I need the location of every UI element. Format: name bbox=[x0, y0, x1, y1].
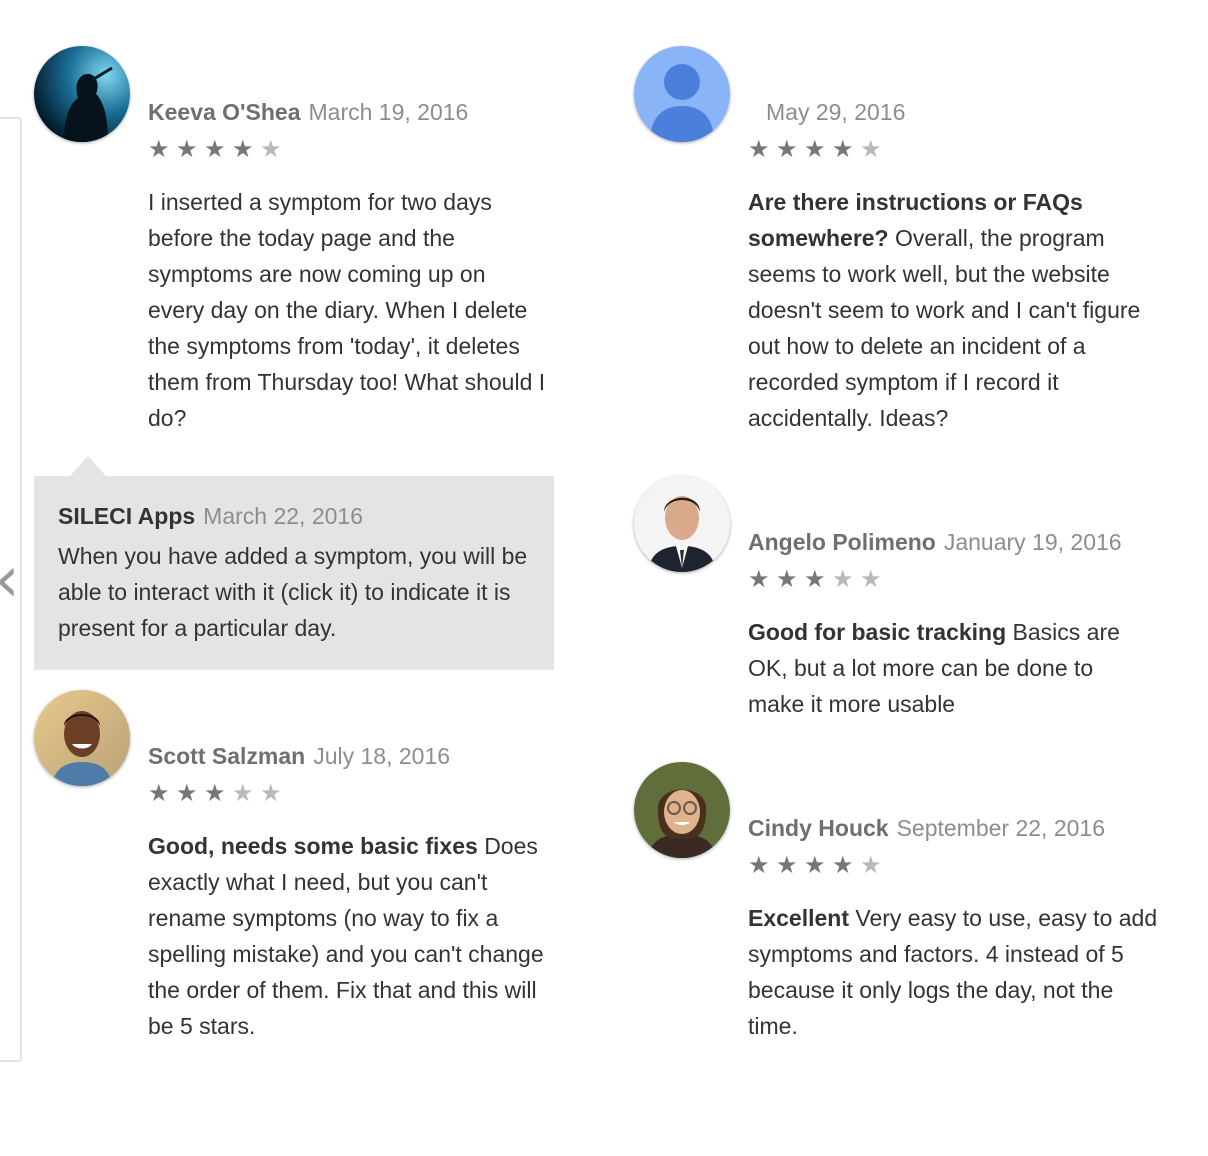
star-rating: ★ ★ ★ ★ ★ bbox=[148, 136, 560, 162]
chevron-left-icon[interactable]: ‹ bbox=[0, 548, 20, 612]
review-author[interactable]: Cindy Houck bbox=[748, 815, 889, 841]
star-icon: ★ bbox=[748, 851, 770, 879]
star-icon: ★ bbox=[860, 135, 882, 163]
star-icon: ★ bbox=[148, 779, 170, 807]
star-icon: ★ bbox=[804, 565, 826, 593]
star-rating: ★ ★ ★ ★ ★ bbox=[748, 852, 1160, 878]
review-date: May 29, 2016 bbox=[766, 99, 906, 125]
star-icon: ★ bbox=[232, 135, 254, 163]
star-icon: ★ bbox=[204, 135, 226, 163]
review-date: September 22, 2016 bbox=[896, 815, 1106, 841]
star-icon: ★ bbox=[260, 135, 282, 163]
star-icon: ★ bbox=[232, 779, 254, 807]
star-icon: ★ bbox=[148, 135, 170, 163]
review-author[interactable]: Angelo Polimeno bbox=[748, 529, 936, 555]
reply-date: March 22, 2016 bbox=[203, 503, 363, 529]
avatar bbox=[34, 46, 130, 142]
review-title: Excellent bbox=[748, 905, 849, 931]
star-icon: ★ bbox=[860, 851, 882, 879]
star-icon: ★ bbox=[776, 135, 798, 163]
review-body: Overall, the program seems to work well,… bbox=[748, 225, 1141, 431]
avatar bbox=[634, 762, 730, 858]
reviews-page: ‹ Keeva O'Shea March 19, 2016 bbox=[0, 0, 1208, 1156]
review-body: Does exactly what I need, but you can't … bbox=[148, 833, 544, 1039]
review-title: Good for basic tracking bbox=[748, 619, 1007, 645]
review-date: July 18, 2016 bbox=[313, 743, 451, 769]
star-icon: ★ bbox=[832, 135, 854, 163]
review-author[interactable]: Keeva O'Shea bbox=[148, 99, 301, 125]
star-icon: ★ bbox=[204, 779, 226, 807]
star-icon: ★ bbox=[176, 779, 198, 807]
developer-reply: SILECI Apps March 22, 2016 When you have … bbox=[34, 456, 554, 670]
star-rating: ★ ★ ★ ★ ★ bbox=[748, 136, 1160, 162]
star-icon: ★ bbox=[748, 565, 770, 593]
star-icon: ★ bbox=[832, 851, 854, 879]
review-date: March 19, 2016 bbox=[308, 99, 469, 125]
star-icon: ★ bbox=[748, 135, 770, 163]
review-text: Excellent Very easy to use, easy to add … bbox=[748, 900, 1160, 1044]
star-icon: ★ bbox=[260, 779, 282, 807]
review-date: January 19, 2016 bbox=[943, 529, 1122, 555]
reply-author: SILECI Apps bbox=[58, 503, 196, 529]
reply-body: When you have added a symptom, you will … bbox=[58, 543, 528, 641]
star-icon: ★ bbox=[176, 135, 198, 163]
star-icon: ★ bbox=[860, 565, 882, 593]
star-icon: ★ bbox=[832, 565, 854, 593]
review-body: I inserted a symptom for two days before… bbox=[148, 189, 546, 431]
star-icon: ★ bbox=[776, 851, 798, 879]
review-text: Good for basic tracking Basics are OK, b… bbox=[748, 614, 1128, 722]
star-icon: ★ bbox=[804, 851, 826, 879]
review-text: Good, needs some basic fixes Does exactl… bbox=[148, 828, 560, 1044]
avatar bbox=[34, 690, 130, 786]
review-author[interactable]: Scott Salzman bbox=[148, 743, 305, 769]
star-icon: ★ bbox=[804, 135, 826, 163]
review-title: Good, needs some basic fixes bbox=[148, 833, 478, 859]
default-avatar-icon bbox=[634, 46, 730, 142]
review-text: Are there instructions or FAQs somewhere… bbox=[748, 184, 1160, 436]
star-icon: ★ bbox=[776, 565, 798, 593]
star-rating: ★ ★ ★ ★ ★ bbox=[148, 780, 560, 806]
star-rating: ★ ★ ★ ★ ★ bbox=[748, 566, 1160, 592]
review-text: I inserted a symptom for two days before… bbox=[148, 184, 548, 436]
avatar bbox=[634, 476, 730, 572]
